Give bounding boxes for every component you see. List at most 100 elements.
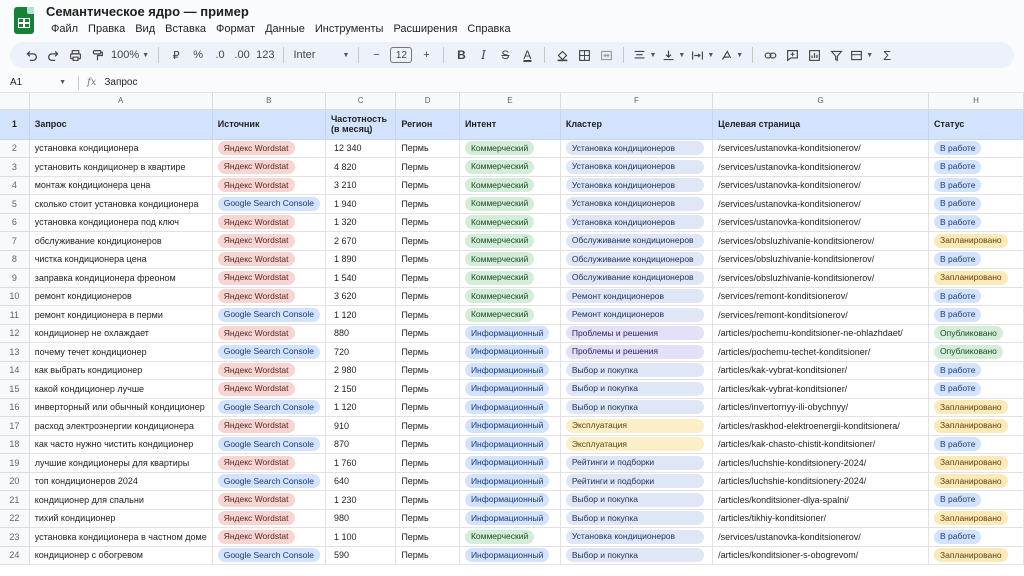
strikethrough-button[interactable]: S [494, 44, 516, 66]
cell-target-page[interactable]: /articles/tikhiy-konditsioner/ [712, 509, 930, 528]
cell-query[interactable]: ремонт кондиционера в перми [29, 305, 213, 325]
cell-query[interactable]: установка кондиционера под ключ [29, 213, 213, 232]
cell-source[interactable]: Google Search Console [212, 472, 326, 491]
cell-target-page[interactable]: /services/remont-konditsionerov/ [712, 287, 930, 306]
cell-query[interactable]: лучшие кондиционеры для квартиры [29, 453, 213, 473]
column-header-h[interactable]: H [928, 93, 1024, 110]
cell-frequency[interactable]: 1 100 [325, 527, 397, 547]
row-header[interactable]: 4 [0, 176, 30, 195]
cell-query[interactable]: сколько стоит установка кондиционера [29, 194, 213, 214]
cell-target-page[interactable]: /services/ustanovka-konditsionerov/ [712, 527, 930, 547]
cell-target-page[interactable]: /articles/kak-vybrat-konditsioner/ [712, 379, 930, 399]
cell-frequency[interactable]: 3 210 [325, 176, 397, 195]
cell-source[interactable]: Яндекс Wordstat [212, 453, 326, 473]
insert-link-icon[interactable] [759, 44, 781, 66]
insert-comment-icon[interactable] [781, 44, 803, 66]
cell-target-page[interactable]: /articles/konditsioner-dlya-spalni/ [712, 490, 930, 510]
row-header[interactable]: 15 [0, 379, 30, 399]
decrease-decimal-button[interactable]: .0 [209, 44, 231, 66]
cell-intent[interactable]: Коммерческий [459, 194, 561, 214]
cell-status[interactable]: Запланировано [928, 398, 1024, 417]
cell-frequency[interactable]: 1 890 [325, 250, 397, 269]
cell-query[interactable]: какой кондиционер лучше [29, 379, 213, 399]
cell-region[interactable]: Пермь [395, 176, 460, 195]
cell-frequency[interactable]: 1 760 [325, 453, 397, 473]
row-header[interactable]: 10 [0, 287, 30, 306]
cell-intent[interactable]: Коммерческий [459, 213, 561, 232]
cell-target-page[interactable]: /articles/invertornyy-ili-obychnyy/ [712, 398, 930, 417]
cell-intent[interactable]: Коммерческий [459, 305, 561, 325]
cell-target-page[interactable]: /articles/pochemu-konditsioner-ne-ohlazh… [712, 324, 930, 343]
cell-status[interactable]: Запланировано [928, 546, 1024, 565]
cell-frequency[interactable]: 910 [325, 416, 397, 436]
cell-source[interactable]: Яндекс Wordstat [212, 361, 326, 380]
vertical-align-icon[interactable]: ▼ [659, 44, 688, 66]
cell-intent[interactable]: Информационный [459, 398, 561, 417]
cell-region[interactable]: Пермь [395, 527, 460, 547]
cell-target-page[interactable]: /articles/luchshie-konditsionery-2024/ [712, 472, 930, 491]
cell-frequency[interactable]: 1 120 [325, 398, 397, 417]
cell-source[interactable]: Google Search Console [212, 546, 326, 565]
cell-source[interactable]: Яндекс Wordstat [212, 139, 326, 158]
header-cell-region[interactable]: Регион [395, 109, 460, 140]
cell-query[interactable]: чистка кондиционера цена [29, 250, 213, 269]
cell-status[interactable]: В работе [928, 176, 1024, 195]
cell-status[interactable]: Опубликовано [928, 324, 1024, 343]
cell-query[interactable]: установить кондиционер в квартире [29, 157, 213, 177]
cell-intent[interactable]: Коммерческий [459, 250, 561, 269]
menu-view[interactable]: Вид [130, 22, 160, 36]
functions-button[interactable]: Σ [876, 44, 898, 66]
cell-cluster[interactable]: Выбор и покупка [560, 361, 714, 380]
filter-icon[interactable] [825, 44, 847, 66]
cell-cluster[interactable]: Проблемы и решения [560, 342, 714, 362]
cell-target-page[interactable]: /articles/konditsioner-s-obogrevom/ [712, 546, 930, 565]
cell-intent[interactable]: Информационный [459, 453, 561, 473]
cell-frequency[interactable]: 870 [325, 435, 397, 454]
menu-insert[interactable]: Вставка [160, 22, 211, 36]
cell-intent[interactable]: Коммерческий [459, 287, 561, 306]
cell-source[interactable]: Яндекс Wordstat [212, 509, 326, 528]
cell-intent[interactable]: Информационный [459, 435, 561, 454]
cell-cluster[interactable]: Обслуживание кондиционеров [560, 231, 714, 251]
menu-tools[interactable]: Инструменты [310, 22, 389, 36]
cell-status[interactable]: В работе [928, 157, 1024, 177]
borders-icon[interactable] [573, 44, 595, 66]
row-header[interactable]: 23 [0, 527, 30, 547]
cell-source[interactable]: Яндекс Wordstat [212, 490, 326, 510]
cell-cluster[interactable]: Ремонт кондиционеров [560, 287, 714, 306]
header-cell-intent[interactable]: Интент [459, 109, 561, 140]
cell-intent[interactable]: Коммерческий [459, 139, 561, 158]
cell-query[interactable]: монтаж кондиционера цена [29, 176, 213, 195]
horizontal-align-icon[interactable]: ▼ [630, 44, 659, 66]
cell-intent[interactable]: Информационный [459, 416, 561, 436]
cell-target-page[interactable]: /articles/luchshie-konditsionery-2024/ [712, 453, 930, 473]
undo-icon[interactable] [20, 44, 42, 66]
cell-source[interactable]: Google Search Console [212, 342, 326, 362]
row-header[interactable]: 16 [0, 398, 30, 417]
cell-intent[interactable]: Информационный [459, 324, 561, 343]
column-header-d[interactable]: D [395, 93, 460, 110]
cell-target-page[interactable]: /articles/kak-chasto-chistit-konditsione… [712, 435, 930, 454]
cell-region[interactable]: Пермь [395, 490, 460, 510]
number-format-button[interactable]: 123 [253, 44, 277, 66]
cell-source[interactable]: Яндекс Wordstat [212, 379, 326, 399]
cell-region[interactable]: Пермь [395, 250, 460, 269]
formula-input[interactable]: Запрос [104, 77, 137, 88]
sheets-logo-icon[interactable] [14, 7, 34, 34]
cell-query[interactable]: топ кондиционеров 2024 [29, 472, 213, 491]
menu-data[interactable]: Данные [260, 22, 310, 36]
text-color-button[interactable]: A [516, 44, 538, 66]
cell-intent[interactable]: Информационный [459, 342, 561, 362]
cell-cluster[interactable]: Выбор и покупка [560, 379, 714, 399]
cell-status[interactable]: В работе [928, 490, 1024, 510]
cell-query[interactable]: почему течет кондиционер [29, 342, 213, 362]
cell-status[interactable]: Запланировано [928, 268, 1024, 288]
cell-cluster[interactable]: Выбор и покупка [560, 490, 714, 510]
cell-query[interactable]: обслуживание кондиционеров [29, 231, 213, 251]
menu-edit[interactable]: Правка [83, 22, 130, 36]
cell-frequency[interactable]: 980 [325, 509, 397, 528]
header-cell-frequency[interactable]: Частотность (в месяц) [325, 109, 397, 140]
cell-status[interactable]: В работе [928, 305, 1024, 325]
cell-intent[interactable]: Коммерческий [459, 231, 561, 251]
cell-status[interactable]: В работе [928, 361, 1024, 380]
